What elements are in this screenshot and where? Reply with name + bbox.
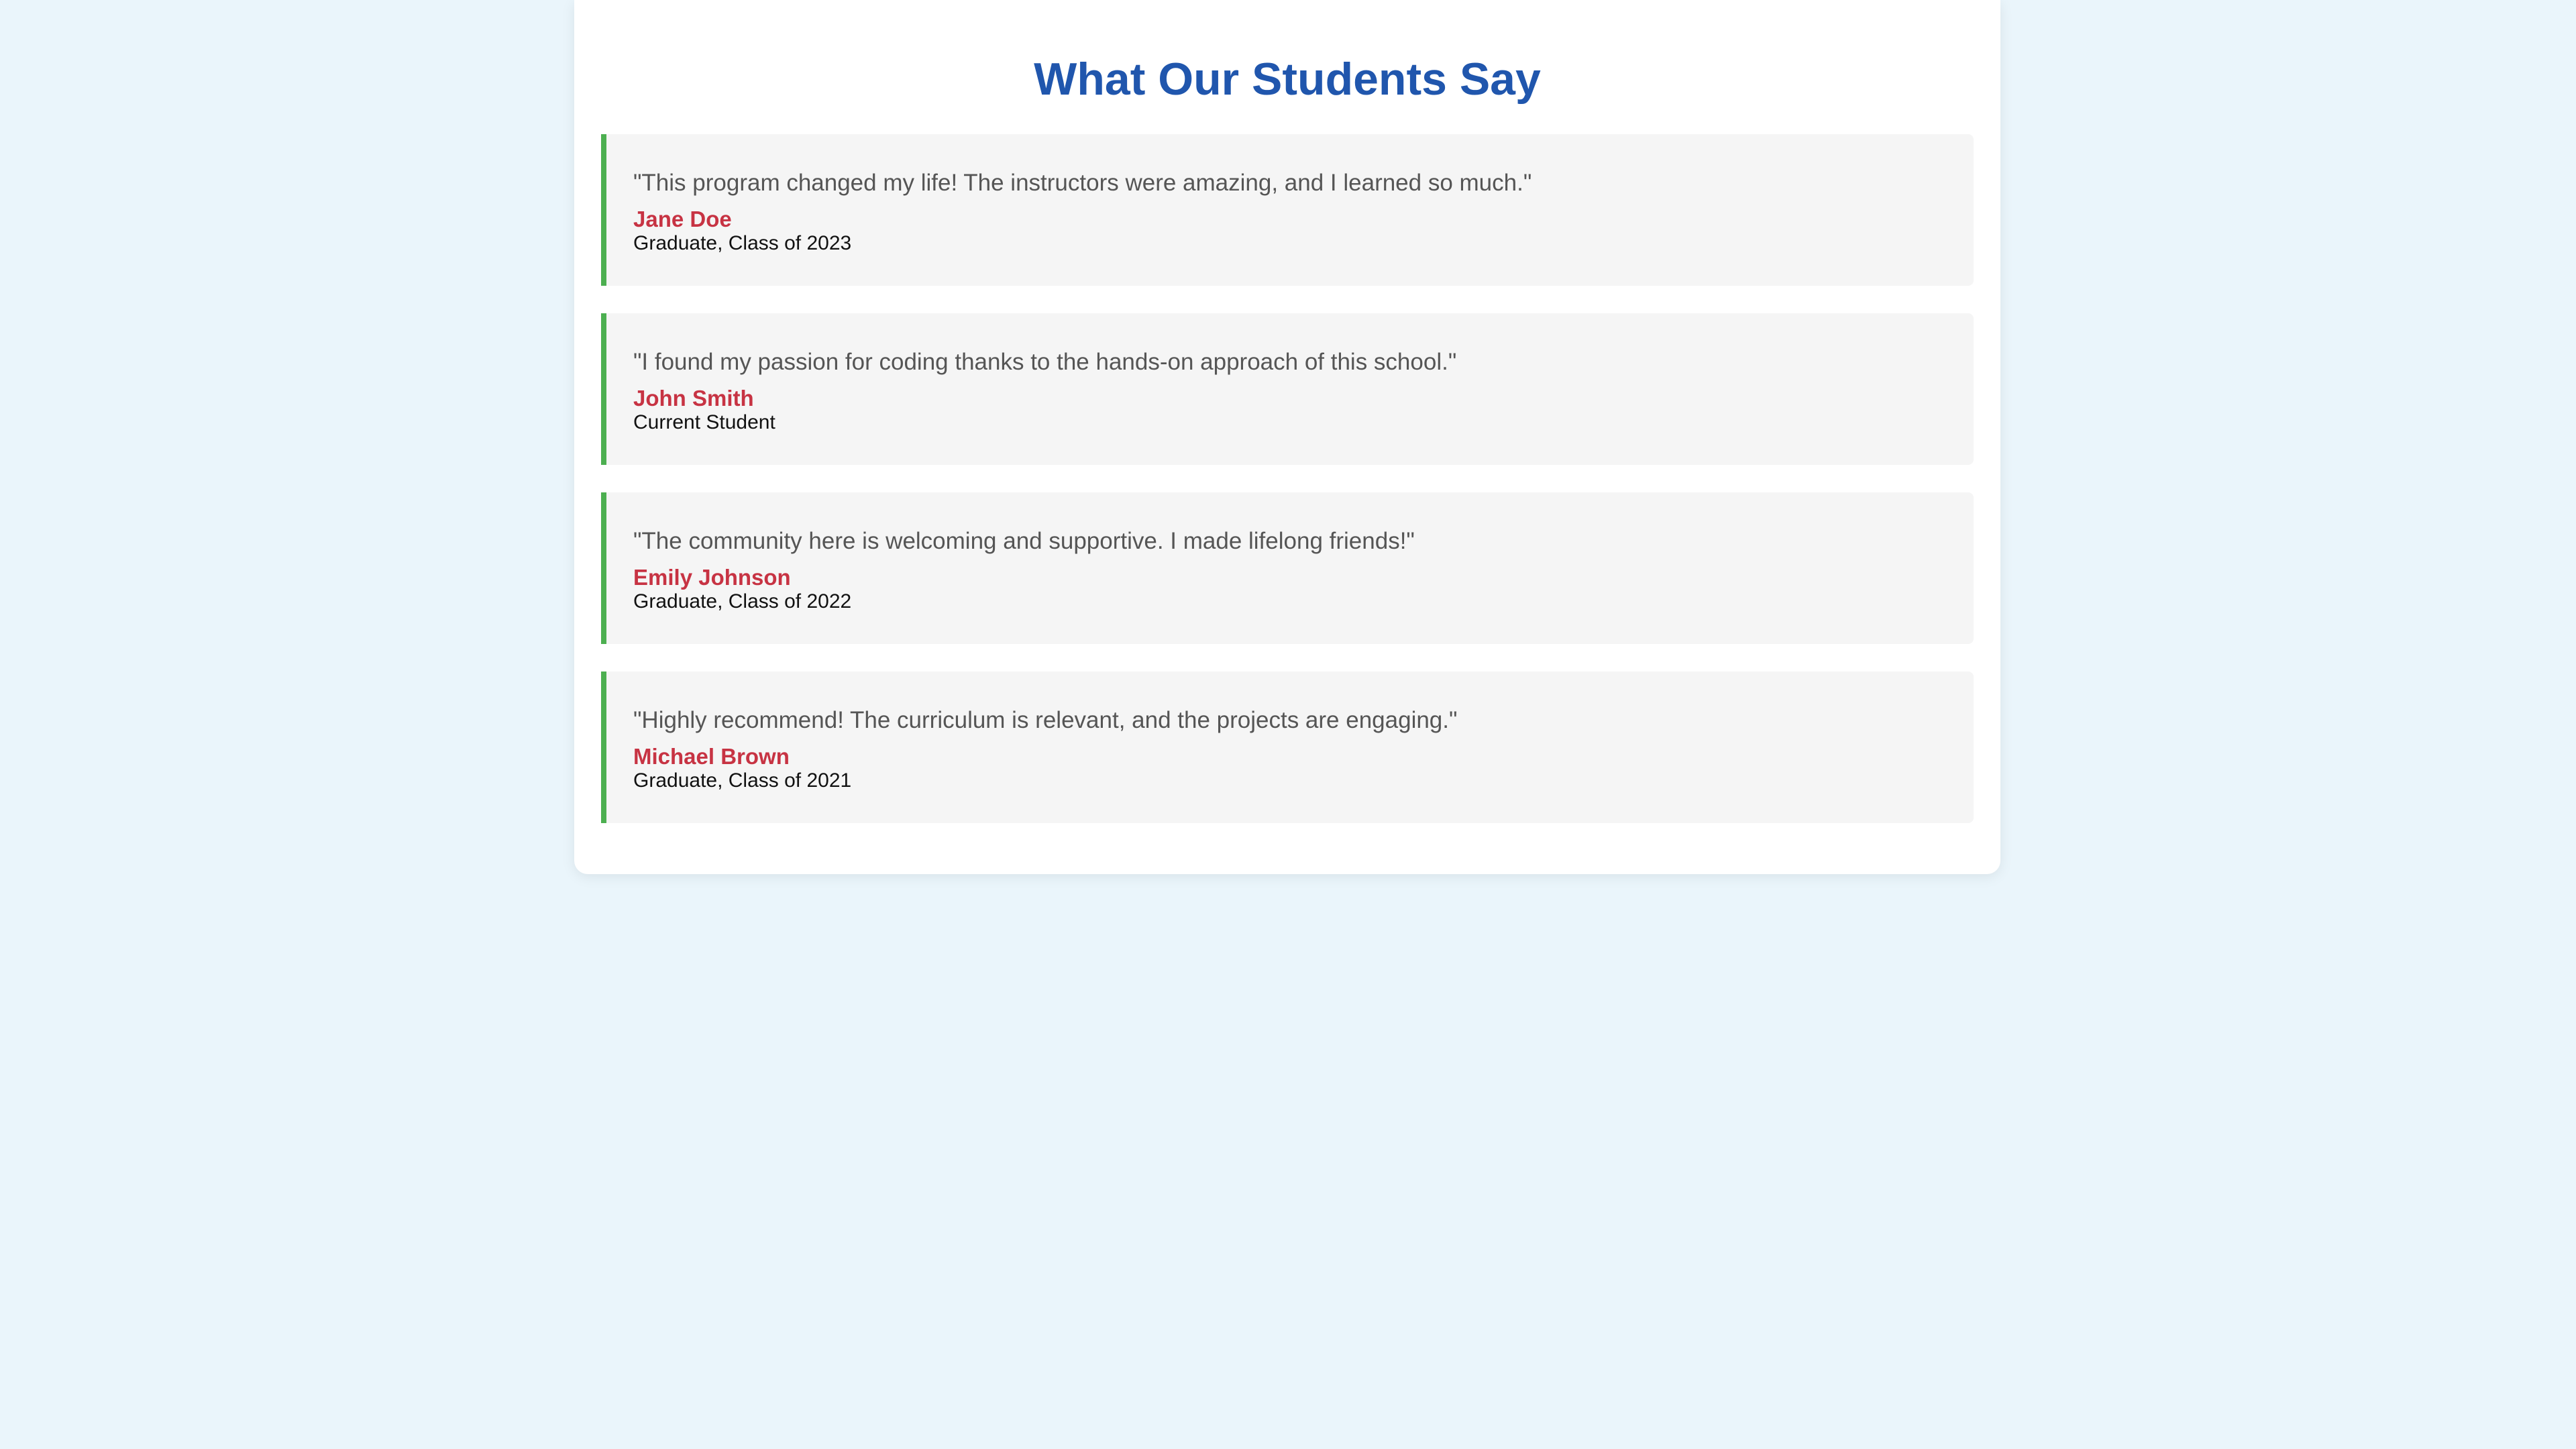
- testimonial-quote: "The community here is welcoming and sup…: [633, 528, 1415, 554]
- testimonial-author: Jane Doe: [633, 207, 732, 231]
- testimonial-quote: "I found my passion for coding thanks to…: [633, 349, 1457, 375]
- testimonial-quote: "This program changed my life! The instr…: [633, 170, 1532, 196]
- testimonial-item: "I found my passion for coding thanks to…: [601, 313, 1974, 465]
- testimonial-author: Emily Johnson: [633, 565, 791, 590]
- page-title: What Our Students Say: [1034, 54, 1541, 105]
- testimonials-card: What Our Students Say "This program chan…: [574, 0, 2000, 874]
- testimonial-role: Graduate, Class of 2021: [633, 769, 852, 792]
- testimonial-author: Michael Brown: [633, 744, 790, 769]
- testimonial-role: Graduate, Class of 2023: [633, 232, 852, 254]
- testimonial-role: Current Student: [633, 411, 775, 433]
- testimonial-item: "Highly recommend! The curriculum is rel…: [601, 672, 1974, 823]
- testimonial-item: "This program changed my life! The instr…: [601, 134, 1974, 286]
- testimonial-quote: "Highly recommend! The curriculum is rel…: [633, 707, 1458, 733]
- testimonial-role: Graduate, Class of 2022: [633, 590, 852, 612]
- testimonial-author: John Smith: [633, 386, 754, 411]
- testimonial-item: "The community here is welcoming and sup…: [601, 492, 1974, 644]
